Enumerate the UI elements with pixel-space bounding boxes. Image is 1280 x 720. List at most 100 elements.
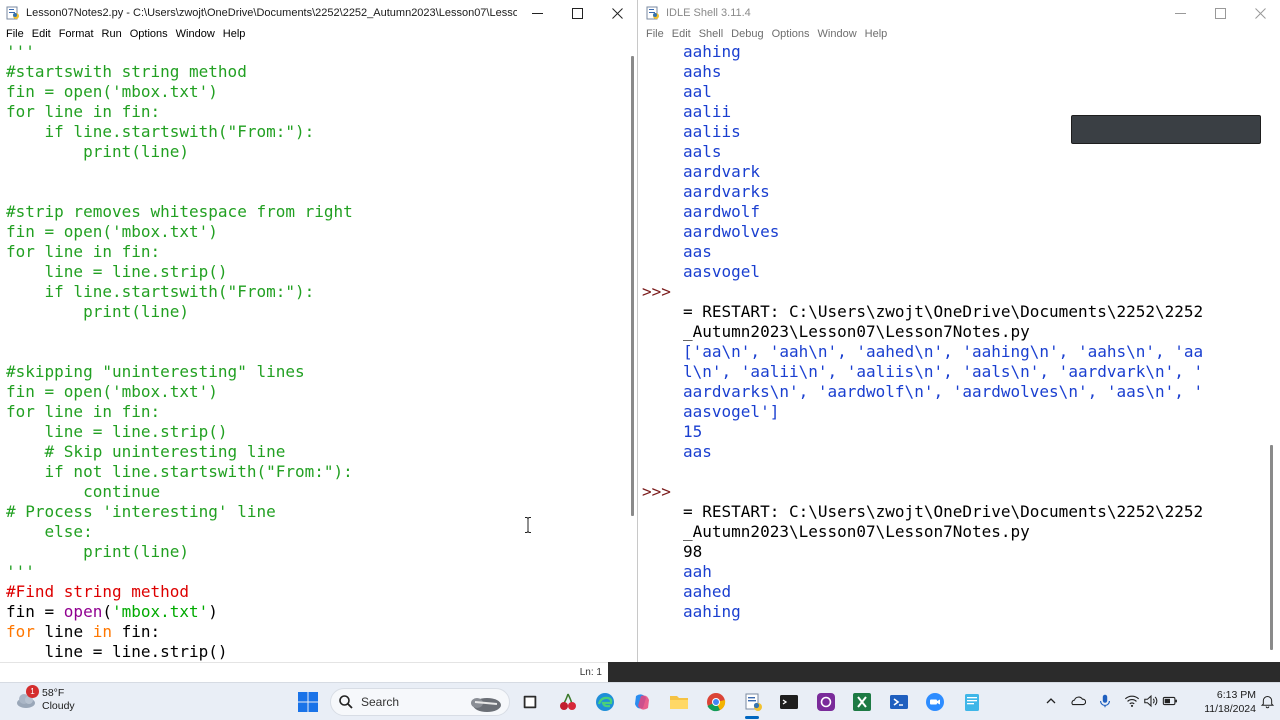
editor-maximize-button[interactable] bbox=[557, 0, 597, 26]
shell-menu-edit[interactable]: Edit bbox=[668, 27, 695, 41]
excel-button[interactable] bbox=[850, 690, 874, 714]
code-token: aahs bbox=[683, 62, 722, 81]
shell-menu-debug[interactable]: Debug bbox=[727, 27, 767, 41]
code-line: print(line) bbox=[6, 542, 626, 562]
editor-menu-options[interactable]: Options bbox=[126, 27, 172, 41]
weather-widget[interactable]: 1 58°F Cloudy bbox=[14, 685, 75, 713]
editor-menu-format[interactable]: Format bbox=[55, 27, 98, 41]
taskbar-search[interactable]: Search bbox=[330, 688, 510, 716]
cloud-icon: 1 bbox=[14, 685, 40, 713]
prompt-spacer bbox=[642, 82, 680, 102]
edge-button[interactable] bbox=[593, 690, 617, 714]
prompt-spacer bbox=[642, 342, 680, 362]
code-line: #Find string method bbox=[6, 582, 626, 602]
code-line: fin = open('mbox.txt') bbox=[6, 222, 626, 242]
show-hidden-icons-button[interactable] bbox=[1042, 692, 1060, 710]
code-token: for bbox=[6, 622, 35, 641]
idle-taskbar-button[interactable] bbox=[741, 690, 765, 714]
code-token: continue bbox=[6, 482, 161, 501]
code-token: fin = open('mbox.txt') bbox=[6, 82, 218, 101]
prompt-spacer bbox=[642, 402, 680, 422]
recorder-icon bbox=[817, 693, 835, 711]
prompt-spacer bbox=[642, 562, 680, 582]
copilot-icon bbox=[635, 694, 649, 710]
code-token: = RESTART: C:\Users\zwojt\OneDrive\Docum… bbox=[683, 302, 1204, 321]
notifications-button[interactable] bbox=[1258, 692, 1276, 710]
task-view-button[interactable] bbox=[518, 690, 542, 714]
wifi-icon bbox=[1124, 695, 1140, 707]
editor-code-area[interactable]: ''' #startswith string method fin = open('… bbox=[6, 42, 626, 662]
code-token: #strip removes whitespace from right bbox=[6, 202, 353, 221]
code-line: ''' bbox=[6, 562, 626, 582]
shell-close-button[interactable] bbox=[1240, 0, 1280, 26]
editor-menu-window[interactable]: Window bbox=[172, 27, 219, 41]
onedrive-button[interactable] bbox=[1069, 692, 1087, 710]
code-token: ''' bbox=[6, 562, 35, 581]
file-explorer-button[interactable] bbox=[667, 690, 691, 714]
shell-menu-shell[interactable]: Shell bbox=[695, 27, 727, 41]
selected-text: 98 bbox=[683, 542, 703, 561]
editor-minimize-button[interactable] bbox=[517, 0, 557, 26]
code-line: if line.startswith("From:"): bbox=[6, 122, 626, 142]
shell-output-line bbox=[683, 282, 1263, 302]
zoom-button[interactable] bbox=[923, 690, 947, 714]
shell-menu-window[interactable]: Window bbox=[814, 27, 861, 41]
shell-output-line: aardvarks\n', 'aardwolf\n', 'aardwolves\… bbox=[683, 382, 1263, 402]
shell-menu-help[interactable]: Help bbox=[861, 27, 892, 41]
chrome-icon bbox=[707, 693, 726, 712]
editor-menu-help[interactable]: Help bbox=[219, 27, 250, 41]
code-token: for line in fin: bbox=[6, 242, 161, 261]
shell-statusbar bbox=[608, 662, 1280, 682]
cherry-app-button[interactable] bbox=[556, 690, 580, 714]
chrome-button[interactable] bbox=[704, 690, 728, 714]
code-token: l\n', 'aalii\n', 'aaliis\n', 'aals\n', '… bbox=[683, 362, 1204, 381]
battery-icon bbox=[1162, 696, 1177, 706]
python-idle-icon bbox=[646, 6, 659, 20]
editor-close-button[interactable] bbox=[597, 0, 637, 26]
editor-menu-run[interactable]: Run bbox=[98, 27, 126, 41]
prompt-spacer bbox=[642, 242, 680, 262]
code-token: aardvarks\n', 'aardwolf\n', 'aardwolves\… bbox=[683, 382, 1204, 401]
code-line: else: bbox=[6, 522, 626, 542]
line-number-status: Ln: 1 bbox=[579, 667, 602, 678]
code-token: fin = bbox=[6, 602, 64, 621]
shell-maximize-button[interactable] bbox=[1200, 0, 1240, 26]
editor-menu-edit[interactable]: Edit bbox=[28, 27, 55, 41]
shell-scrollbar[interactable] bbox=[1270, 445, 1273, 650]
powershell-button[interactable] bbox=[887, 690, 911, 714]
start-button[interactable] bbox=[296, 690, 320, 714]
editor-scrollbar[interactable] bbox=[631, 56, 634, 516]
code-token: aaliis bbox=[683, 122, 741, 141]
code-token: aals bbox=[683, 142, 722, 161]
microphone-button[interactable] bbox=[1096, 692, 1114, 710]
editor-menu-file[interactable]: File bbox=[2, 27, 28, 41]
code-token: # Skip uninteresting line bbox=[6, 442, 286, 461]
shell-output-line: aardwolf bbox=[683, 202, 1263, 222]
code-line: fin = open('mbox.txt') bbox=[6, 602, 626, 622]
prompt-spacer bbox=[642, 622, 680, 642]
code-token: #startswith string method bbox=[6, 62, 247, 81]
clock-time: 6:13 PM bbox=[1216, 689, 1256, 701]
shell-output-line: aasvogel'] bbox=[683, 402, 1263, 422]
volume-button[interactable] bbox=[1142, 692, 1160, 710]
shell-titlebar[interactable]: IDLE Shell 3.11.4 bbox=[640, 0, 1280, 26]
wifi-button[interactable] bbox=[1123, 692, 1141, 710]
code-line: for line in fin: bbox=[6, 622, 626, 642]
shell-output-line bbox=[683, 642, 1263, 662]
shell-menu-file[interactable]: File bbox=[642, 27, 668, 41]
shell-menu-options[interactable]: Options bbox=[768, 27, 814, 41]
editor-titlebar[interactable]: Lesson07Notes2.py - C:\Users\zwojt\OneDr… bbox=[0, 0, 637, 26]
notepad-button[interactable] bbox=[960, 690, 984, 714]
code-token: for line in fin: bbox=[6, 402, 161, 421]
copilot-button[interactable] bbox=[630, 690, 654, 714]
shell-output-line: aardvark bbox=[683, 162, 1263, 182]
terminal-button[interactable] bbox=[777, 690, 801, 714]
shell-minimize-button[interactable] bbox=[1160, 0, 1200, 26]
code-token: ( bbox=[102, 602, 112, 621]
battery-button[interactable] bbox=[1161, 692, 1179, 710]
shell-output-line: aardvarks bbox=[683, 182, 1263, 202]
code-line: line = line.strip() bbox=[6, 642, 626, 662]
editor-menubar: File Edit Format Run Options Window Help bbox=[0, 26, 637, 42]
recorder-button[interactable] bbox=[814, 690, 838, 714]
system-clock[interactable]: 6:13 PM 11/18/2024 bbox=[1186, 688, 1256, 716]
